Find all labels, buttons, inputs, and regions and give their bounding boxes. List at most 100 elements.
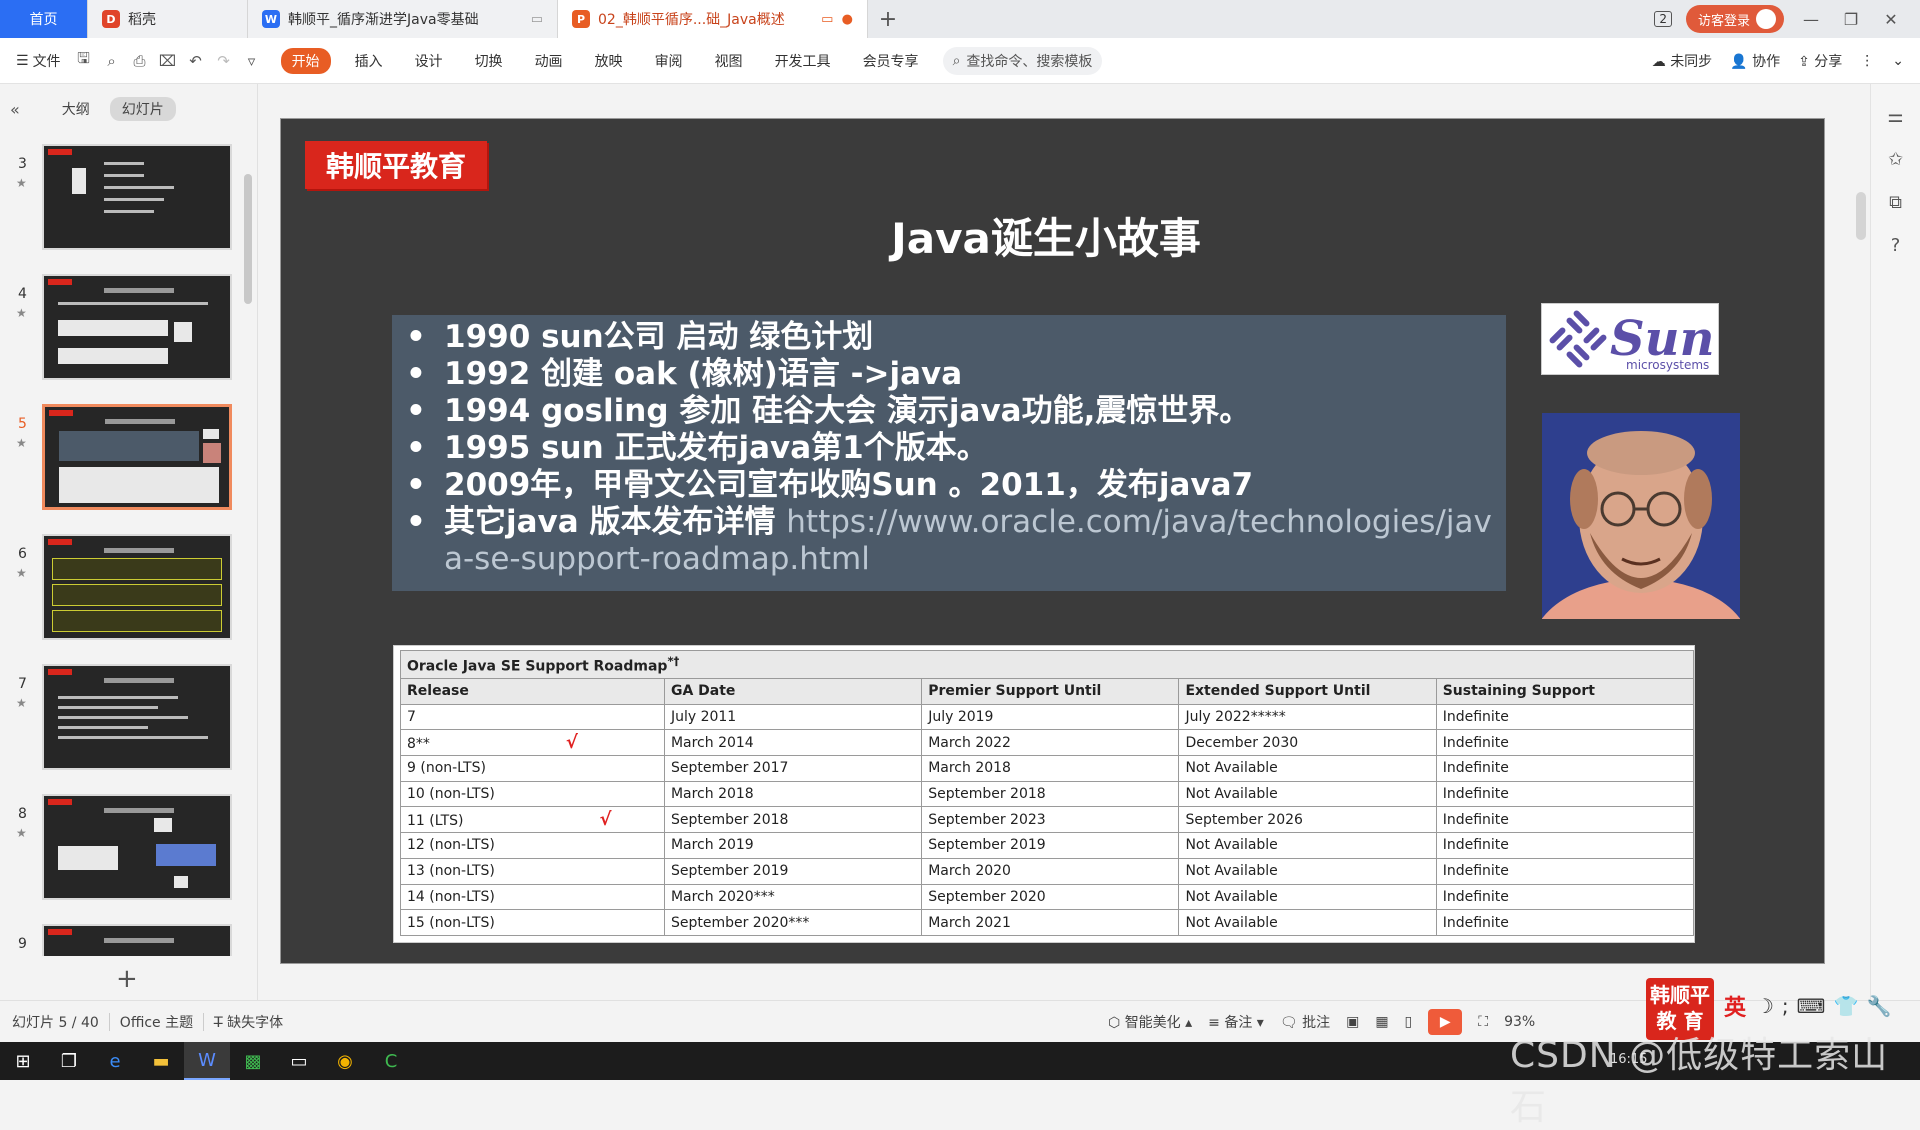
- content-textbox[interactable]: • 1990 sun公司 启动 绿色计划 • 1992 创建 oak (橡树)语言 -…: [392, 315, 1506, 591]
- slide-thumbnail[interactable]: [42, 144, 232, 250]
- slide-thumbnail[interactable]: [42, 664, 232, 770]
- slide-thumbnail[interactable]: [42, 924, 232, 956]
- tab-animation[interactable]: 动画: [535, 51, 563, 71]
- file-explorer-icon[interactable]: ▬: [138, 1042, 184, 1080]
- tab-monitor-icon[interactable]: ▭: [531, 12, 543, 27]
- print-preview-icon[interactable]: ⌧: [157, 52, 179, 70]
- share-button[interactable]: ⇪ 分享: [1798, 51, 1842, 71]
- chevron-down-icon[interactable]: ⌄: [1892, 53, 1904, 69]
- terminal-app-icon[interactable]: ▩: [230, 1042, 276, 1080]
- command-prompt-icon[interactable]: ▭: [276, 1042, 322, 1080]
- table-cell-text: September 2020***: [670, 914, 810, 931]
- slide-title[interactable]: Java诞生小故事: [681, 205, 1411, 266]
- tab-slides[interactable]: 幻灯片: [109, 97, 176, 121]
- tab-transition[interactable]: 切换: [475, 51, 503, 71]
- canvas-scrollbar[interactable]: [1854, 92, 1868, 972]
- restore-icon[interactable]: ❐: [1838, 10, 1864, 29]
- tab-view[interactable]: 视图: [715, 51, 743, 71]
- thumbnail-row[interactable]: 3 ★: [0, 144, 240, 254]
- add-slide-button[interactable]: +: [116, 964, 138, 994]
- command-search-input[interactable]: ⌕ 查找命令、搜索模板: [942, 46, 1103, 75]
- star-icon: ★: [16, 826, 27, 840]
- properties-icon[interactable]: ⚌: [1871, 106, 1920, 127]
- more-icon[interactable]: ⋮: [1860, 53, 1874, 69]
- bullet-text-main: 1992 创建 oak (橡树)语言 ->java: [444, 356, 963, 392]
- pin-icon[interactable]: ✩: [1871, 149, 1920, 170]
- bullet-item: • 1994 gosling 参加 硅谷大会 演示java功能,震惊世界。: [402, 393, 1506, 430]
- print-icon[interactable]: ⎙: [129, 52, 151, 70]
- reading-view-icon[interactable]: ▯: [1405, 1014, 1413, 1030]
- window-count-badge[interactable]: 2: [1654, 11, 1672, 27]
- guest-login-button[interactable]: 访客登录: [1685, 5, 1784, 33]
- comment-button[interactable]: 🗨 批注: [1280, 1012, 1330, 1032]
- chrome-browser-icon[interactable]: ◉: [322, 1042, 368, 1080]
- collab-button[interactable]: 👤 协作: [1730, 51, 1780, 71]
- slide-thumbnail[interactable]: [42, 274, 232, 380]
- thumbnail-number: 6: [18, 546, 27, 562]
- tab-document-2[interactable]: P 02_韩顺平循序...础_Java概述 ▭ ●: [558, 0, 868, 38]
- thumb-box: [58, 320, 168, 336]
- grid-view-icon[interactable]: ▦: [1375, 1014, 1388, 1030]
- tab-review[interactable]: 审阅: [655, 51, 683, 71]
- thumbnail-list[interactable]: 3 ★ 4 ★ 5 ★ 6 ★ 7 ★ 8 ★ 9: [0, 136, 240, 956]
- bullet-item: • 1992 创建 oak (橡树)语言 ->java: [402, 356, 1506, 393]
- tab-developer[interactable]: 开发工具: [775, 51, 831, 71]
- thumb-image: [174, 322, 192, 342]
- camtasia-icon[interactable]: C: [368, 1042, 414, 1080]
- wps-office-icon[interactable]: W: [184, 1042, 230, 1080]
- play-slideshow-button[interactable]: ▶: [1428, 1009, 1463, 1035]
- thumbnail-scrollbar[interactable]: [244, 174, 252, 304]
- slide-thumbnail[interactable]: [42, 794, 232, 900]
- tab-member[interactable]: 会员专享: [863, 51, 919, 71]
- java-roadmap-table-image: Oracle Java SE Support Roadmap*† Release G…: [393, 645, 1695, 943]
- task-view-icon[interactable]: ❐: [46, 1042, 92, 1080]
- tab-start[interactable]: 开始: [280, 47, 331, 74]
- help-icon[interactable]: ?: [1871, 235, 1920, 256]
- new-tab-button[interactable]: +: [868, 0, 908, 38]
- bullet-text: 2009年，甲骨文公司宣布收购Sun 。2011，发布java7: [444, 467, 1253, 504]
- tab-design[interactable]: 设计: [415, 51, 443, 71]
- quick-access-dropdown-icon[interactable]: ▿: [241, 52, 263, 70]
- thumbnail-row[interactable]: 9 ★: [0, 924, 240, 956]
- missing-font-button[interactable]: T̶ 缺失字体: [214, 1012, 283, 1032]
- thumb-image: [154, 818, 172, 832]
- undo-icon[interactable]: ↶: [185, 52, 207, 70]
- file-menu[interactable]: ☰ 文件: [16, 51, 61, 71]
- slide-thumbnail[interactable]: [42, 534, 232, 640]
- thumbnail-row[interactable]: 6 ★: [0, 534, 240, 644]
- thumbnail-row[interactable]: 8 ★: [0, 794, 240, 904]
- normal-view-icon[interactable]: ▣: [1346, 1014, 1359, 1030]
- layout-icon[interactable]: ⧉: [1871, 192, 1920, 213]
- edge-browser-icon[interactable]: e: [92, 1042, 138, 1080]
- table-cell: September 2018: [921, 780, 1180, 808]
- beautify-button[interactable]: ⬡ 智能美化 ▴: [1108, 1012, 1192, 1032]
- thumbnail-row[interactable]: 5 ★: [0, 404, 240, 514]
- slide-thumbnail-selected[interactable]: [42, 404, 232, 510]
- fit-window-icon[interactable]: ⛶: [1478, 1014, 1488, 1030]
- ime-toolbar-icons[interactable]: ☽;⌨👕🔧: [1756, 994, 1899, 1018]
- tab-document-1[interactable]: W 韩顺平_循序渐进学Java零基础 ▭: [248, 0, 558, 38]
- windows-start-icon[interactable]: ⊞: [0, 1042, 46, 1080]
- tab-slideshow[interactable]: 放映: [595, 51, 623, 71]
- sync-button[interactable]: ☁ 未同步: [1652, 51, 1712, 71]
- thumb-title: [104, 678, 174, 683]
- notes-button[interactable]: ≡ 备注 ▾: [1208, 1012, 1264, 1032]
- tab-insert[interactable]: 插入: [355, 51, 383, 71]
- thumbnail-row[interactable]: 7 ★: [0, 664, 240, 774]
- tab-outline[interactable]: 大纲: [62, 99, 90, 119]
- save-icon[interactable]: 🖫: [73, 48, 95, 73]
- thumbnail-row[interactable]: 4 ★: [0, 274, 240, 384]
- table-row: 9 (non-LTS) September 2017 March 2018 Not A…: [400, 755, 1695, 782]
- minimize-icon[interactable]: —: [1798, 10, 1824, 29]
- format-painter-icon[interactable]: ⌕: [101, 52, 123, 70]
- theme-name[interactable]: Office 主题: [120, 1012, 193, 1032]
- collapse-panel-icon[interactable]: «: [10, 100, 20, 119]
- ime-indicator[interactable]: 英: [1724, 990, 1746, 1022]
- tab-daoke[interactable]: D 稻壳: [88, 0, 248, 38]
- close-icon[interactable]: ✕: [1878, 10, 1904, 29]
- redo-icon[interactable]: ↷: [213, 52, 235, 70]
- tab-home[interactable]: 首页: [0, 0, 88, 38]
- canvas-scroll-thumb[interactable]: [1856, 192, 1866, 240]
- thumb-box: [58, 348, 168, 364]
- slide-canvas[interactable]: 韩顺平教育 Java诞生小故事 • 1990 sun公司 启动 绿色计划 • 1992…: [280, 118, 1825, 964]
